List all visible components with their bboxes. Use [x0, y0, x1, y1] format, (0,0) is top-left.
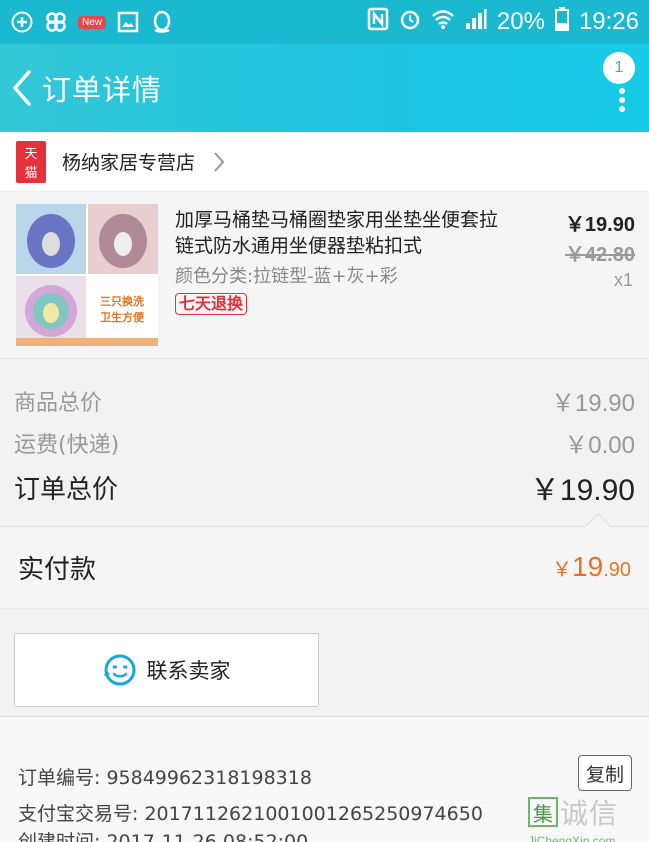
qq-icon: [150, 10, 174, 34]
shipping-row: 运费(快递) ￥0.00: [14, 425, 635, 460]
battery-text: 20%: [496, 8, 545, 35]
chat-bubble-icon: [103, 654, 135, 686]
total-label: 订单总价: [14, 474, 119, 505]
shipping-value: ￥0.00: [564, 432, 635, 459]
watermark-top: 集 诚信: [528, 792, 649, 832]
image-icon: [116, 10, 140, 34]
product-price: ￥19.90: [564, 214, 635, 236]
more-dots-icon: [619, 88, 625, 112]
subtotal-label: 商品总价: [14, 390, 103, 416]
alarm-icon: [399, 8, 421, 37]
paid-amount: ￥19.90: [552, 551, 631, 583]
total-value: ￥19.90: [529, 474, 635, 507]
product-quantity: x1: [613, 270, 633, 290]
more-button[interactable]: 1: [599, 52, 635, 116]
shipping-label: 运费(快递): [14, 432, 120, 458]
watermark-chars: 诚信: [560, 797, 619, 830]
watermark-box-char: 集: [528, 797, 558, 827]
nav-bar: 订单详情 1: [0, 44, 649, 132]
chevron-left-icon: [13, 70, 31, 106]
status-bar: New 20% 19:26: [0, 0, 649, 44]
contact-seller-button[interactable]: 联系卖家: [14, 633, 319, 707]
total-row: 订单总价 ￥19.90: [14, 465, 635, 509]
chevron-right-icon: [214, 151, 225, 172]
plus-circle-icon: [10, 10, 34, 34]
product-image-caption: 三只换洗 卫生方便: [100, 295, 144, 324]
contact-area: 联系卖家: [0, 608, 649, 716]
status-left: New: [10, 10, 174, 34]
product-image: 三只换洗 卫生方便: [16, 204, 158, 346]
tmall-badge: 天猫: [16, 140, 46, 183]
nfc-icon: [367, 7, 389, 38]
subtotal-value: ￥19.90: [550, 390, 635, 417]
watermark-logo: 集 诚信 JiChengXin.com: [528, 792, 649, 842]
new-badge: New: [78, 15, 107, 29]
battery-icon: [554, 6, 569, 38]
signal-icon: [465, 8, 487, 37]
return-policy-tag: 七天退换: [175, 293, 248, 315]
copy-button[interactable]: 复制: [578, 755, 632, 791]
paid-integer: 19: [572, 551, 604, 582]
flower-icon: [44, 10, 68, 34]
paid-label: 实付款: [18, 555, 97, 585]
wifi-icon: [431, 8, 455, 37]
product-original-price: ￥42.80: [564, 244, 635, 266]
clock: 19:26: [578, 8, 639, 35]
contact-seller-label: 联系卖家: [146, 659, 231, 683]
subtotal-row: 商品总价 ￥19.90: [14, 383, 635, 418]
page-title: 订单详情: [42, 73, 163, 107]
shop-name: 杨纳家居专营店: [62, 152, 196, 174]
order-number: 订单编号: 95849962318198318: [18, 767, 312, 789]
created-time: 创建时间: 2017-11-26 08:52:00: [18, 831, 309, 842]
shop-row[interactable]: 天猫 杨纳家居专营店: [0, 132, 649, 192]
paid-currency: ￥: [552, 559, 573, 581]
watermark-url: JiChengXin.com: [528, 834, 616, 842]
product-attribute: 颜色分类:拉链型-蓝+灰+彩: [175, 266, 398, 287]
product-name: 加厚马桶垫马桶圈垫家用坐垫坐便套拉链式防水通用坐便器垫粘扣式: [175, 209, 499, 257]
back-button[interactable]: [2, 44, 42, 132]
status-right: 20% 19:26: [367, 6, 639, 38]
alipay-trade-number: 支付宝交易号: 2017112621001001265250974650: [18, 803, 483, 825]
paid-section: 实付款 ￥19.90: [0, 513, 649, 608]
price-summary: 商品总价 ￥19.90 运费(快递) ￥0.00 订单总价 ￥19.90: [0, 358, 649, 526]
notification-badge: 1: [603, 52, 635, 84]
product-item[interactable]: 三只换洗 卫生方便 加厚马桶垫马桶圈垫家用坐垫坐便套拉链式防水通用坐便器垫粘扣式…: [0, 192, 649, 358]
order-info: 订单编号: 95849962318198318 支付宝交易号: 20171126…: [0, 716, 649, 842]
paid-decimal: .90: [603, 559, 631, 581]
